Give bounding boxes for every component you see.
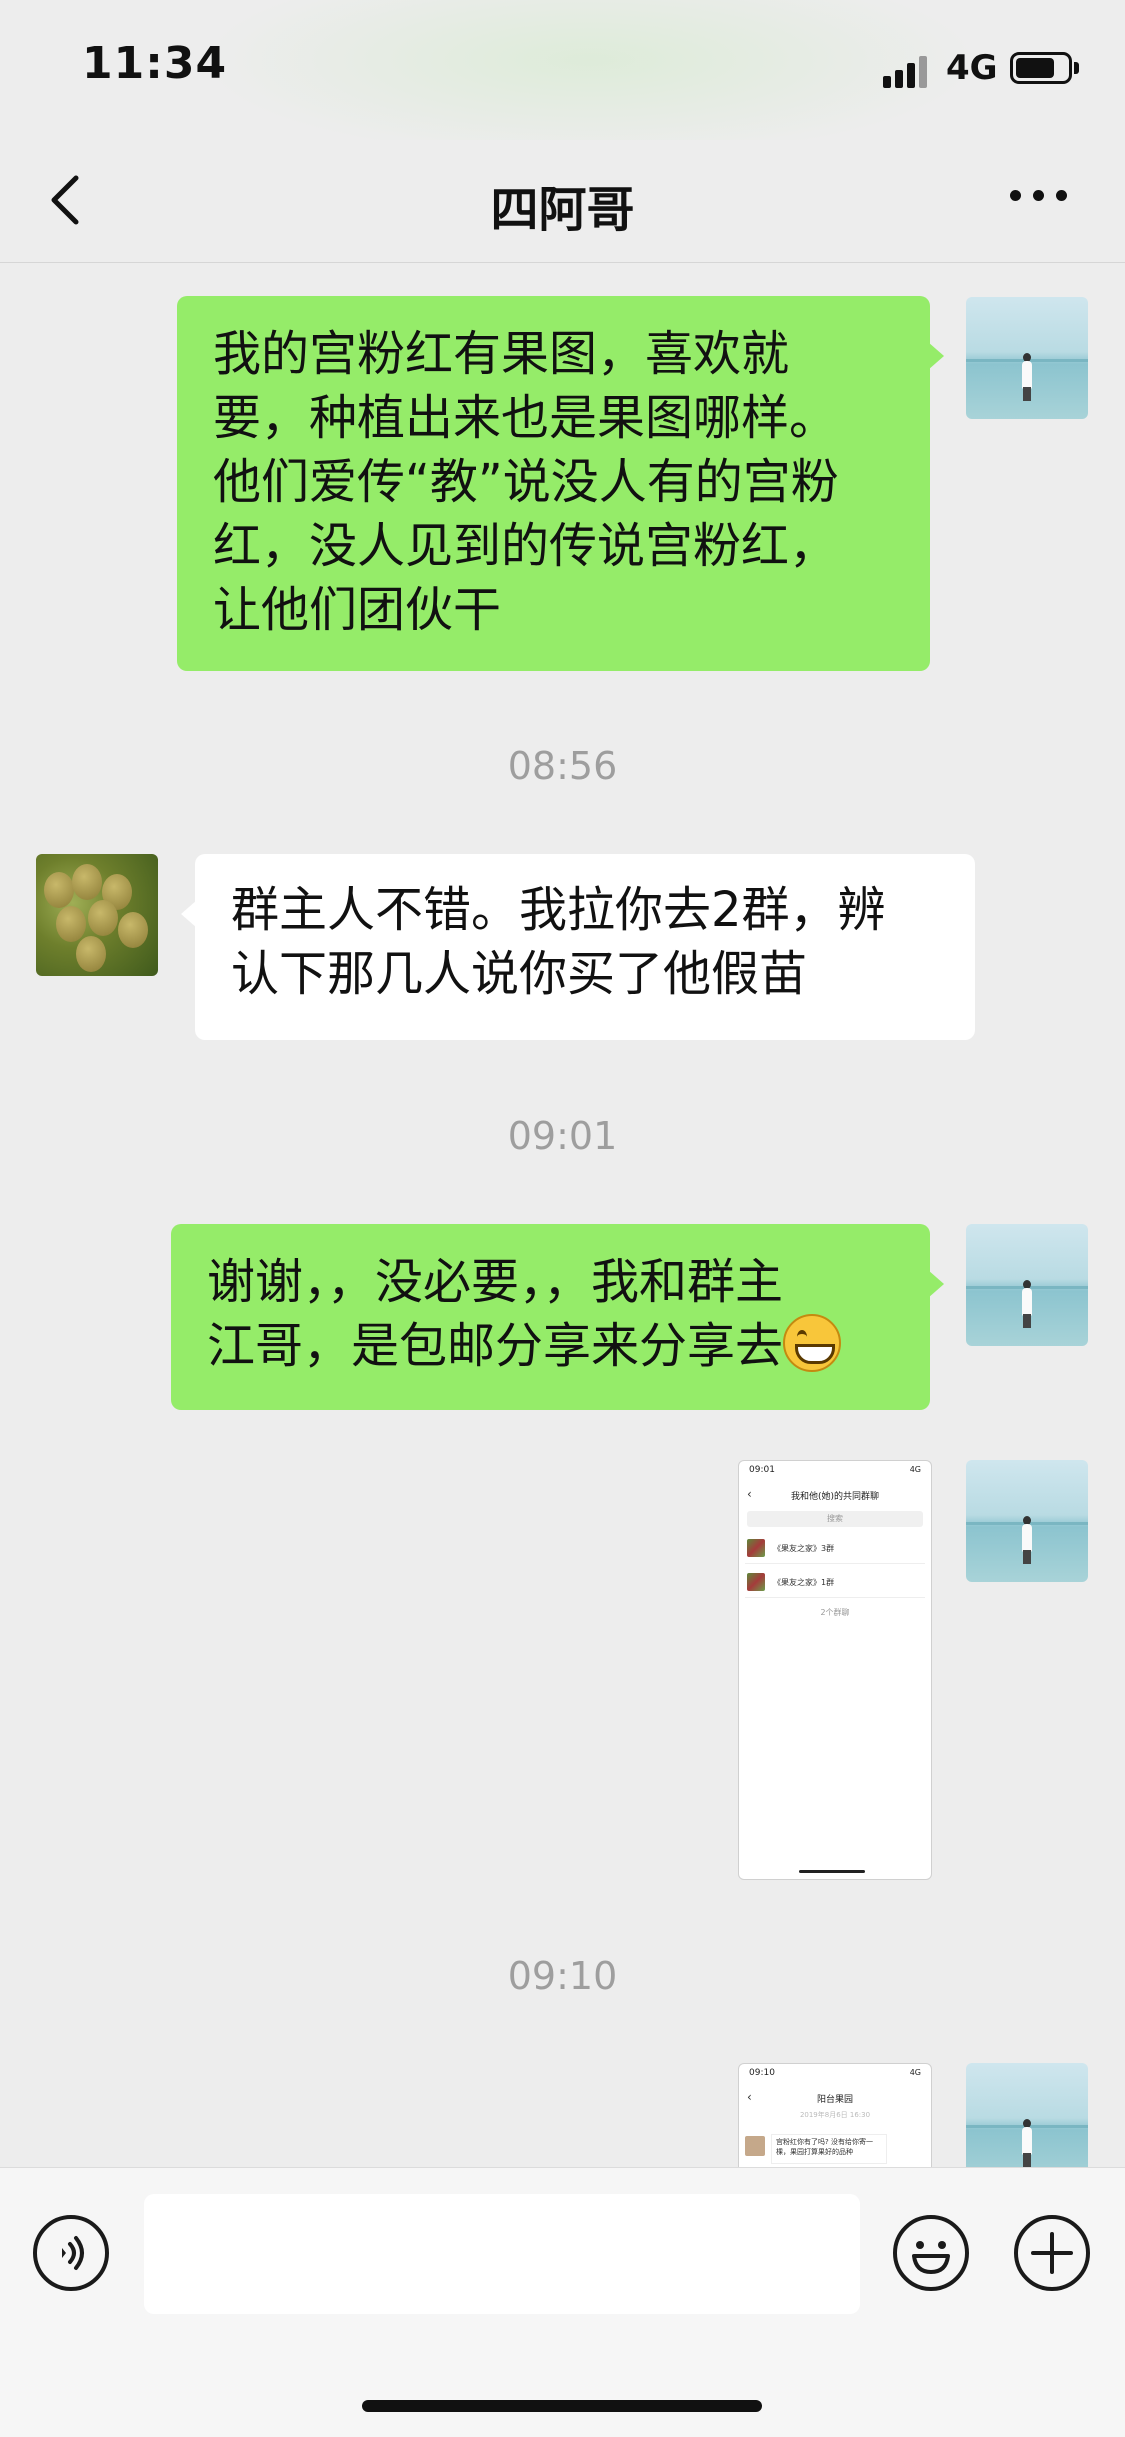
nav-bar: 四阿哥 (0, 140, 1125, 263)
my-avatar[interactable] (966, 297, 1088, 419)
chat-title: 四阿哥 (490, 182, 635, 238)
contact-avatar[interactable] (36, 854, 158, 976)
grin-emoji-icon (783, 1314, 842, 1372)
message-text: 谢谢，，没必要，，我和群主 江哥，是包邮分享来分享去 (207, 1254, 784, 1374)
plus-icon[interactable] (1013, 2214, 1091, 2292)
image-message[interactable]: 09:01 4G ‹ 我和他(她)的共同群聊 搜索 《果友之家》3群 《果友之家… (738, 1460, 932, 1880)
home-indicator (362, 2400, 762, 2412)
my-avatar[interactable] (966, 1460, 1088, 1582)
network-type: 4G (946, 48, 998, 88)
chat-area[interactable]: 我的宫粉红有果图，喜欢就 要，种植出来也是果图哪样。 他们爱传“教”说没人有的宫… (0, 262, 1125, 2167)
status-time: 11:34 (82, 38, 228, 89)
message-timestamp: 08:56 (507, 744, 618, 788)
more-dots-icon[interactable] (1010, 190, 1070, 210)
battery-icon (1010, 52, 1080, 86)
message-bubble-sent[interactable]: 谢谢，，没必要，，我和群主 江哥，是包邮分享来分享去 (171, 1224, 944, 1410)
message-input[interactable] (144, 2194, 860, 2314)
message-bubble-received[interactable]: 群主人不错。我拉你去2群，辨 认下那几人说你买了他假苗 (181, 854, 975, 1040)
status-bar: 11:34 4G (0, 0, 1125, 160)
input-bar (0, 2167, 1125, 2437)
image-message[interactable]: 09:10 4G ‹ 阳台果园 2019年8月6日 16:30 宫粉红你有了吗?… (738, 2063, 932, 2167)
my-avatar[interactable] (966, 1224, 1088, 1346)
message-timestamp: 09:01 (507, 1114, 618, 1158)
emoji-icon[interactable] (892, 2214, 970, 2292)
my-avatar[interactable] (966, 2063, 1088, 2167)
signal-icon (883, 56, 933, 88)
message-timestamp: 09:10 (507, 1954, 618, 1998)
voice-icon[interactable] (32, 2214, 110, 2292)
message-bubble-sent[interactable]: 我的宫粉红有果图，喜欢就 要，种植出来也是果图哪样。 他们爱传“教”说没人有的宫… (177, 296, 944, 671)
